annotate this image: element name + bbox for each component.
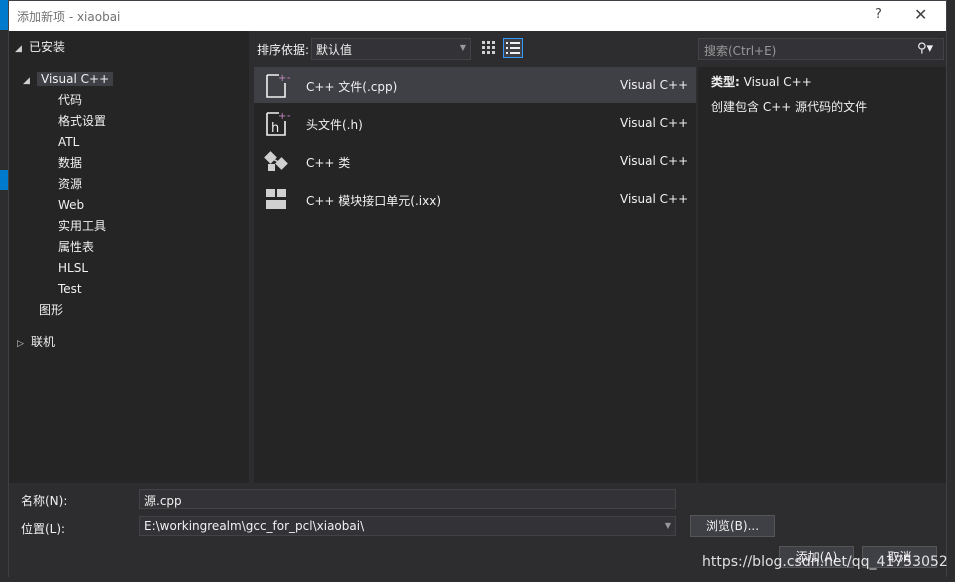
sort-label: 排序依据: (257, 43, 310, 57)
cpp-file-icon: ++ (266, 73, 290, 98)
template-name: C++ 文件(.cpp) (306, 80, 398, 94)
background-editor-strip (0, 0, 8, 582)
sort-value: 默认值 (316, 43, 353, 57)
list-view-button[interactable] (503, 38, 523, 58)
search-icon[interactable]: ⚲▾ (917, 41, 933, 56)
template-language: Visual C++ (620, 116, 689, 130)
location-label: 位置(L): (21, 522, 66, 536)
tree-node-label-selected: Visual C++ (37, 72, 114, 86)
tree-item-atl[interactable]: ATL (58, 132, 79, 153)
chevron-down-icon[interactable]: ▼ (665, 521, 671, 530)
details-description: 创建包含 C++ 源代码的文件 (711, 100, 868, 114)
background-accent (0, 0, 8, 30)
add-new-item-dialog: 添加新项 - xiaobai ? ✕ ◢ 已安装 ◢ Visual C++ 代码 格… (8, 0, 947, 578)
tree-item-data[interactable]: 数据 (58, 153, 82, 174)
browse-button[interactable]: 浏览(B)... (690, 515, 775, 537)
template-name: C++ 模块接口单元(.ixx) (306, 194, 442, 208)
watermark: https://blog.csdn.net/qq_41753052 (702, 554, 948, 570)
header-file-icon: h ++ (266, 111, 290, 136)
title-bar: 添加新项 - xiaobai ? ✕ (9, 1, 946, 31)
grid-view-icon[interactable] (481, 40, 497, 56)
search-box[interactable]: 搜索(Ctrl+E) ⚲▾ (698, 38, 944, 60)
location-combobox[interactable]: E:\workingrealm\gcc_for_pcl\xiaobai\ ▼ (139, 516, 676, 536)
svg-text:h: h (271, 121, 279, 136)
svg-text:++: ++ (278, 111, 290, 122)
module-unit-icon (266, 189, 286, 209)
details-type-value: Visual C++ (743, 75, 812, 89)
tree-item-hlsl[interactable]: HLSL (58, 258, 88, 279)
details-type-label: 类型: (711, 75, 740, 89)
template-item-header-file[interactable]: h ++ 头文件(.h) Visual C++ (254, 105, 696, 141)
template-language: Visual C++ (620, 192, 689, 206)
tree-item-property-sheets[interactable]: 属性表 (58, 237, 94, 258)
expanded-arrow-icon[interactable]: ◢ (23, 71, 37, 92)
tree-item-formatting[interactable]: 格式设置 (58, 111, 106, 132)
template-item-module-unit[interactable]: C++ 模块接口单元(.ixx) Visual C++ (254, 181, 696, 217)
details-type: 类型: Visual C++ (711, 73, 812, 90)
background-accent-marker (0, 170, 8, 190)
name-input[interactable]: 源.cpp (139, 489, 676, 509)
tree-item-code[interactable]: 代码 (58, 90, 82, 111)
template-list: ++ C++ 文件(.cpp) Visual C++ h ++ 头文件(.h) … (254, 67, 696, 483)
template-name: 头文件(.h) (306, 118, 363, 132)
template-name: C++ 类 (306, 156, 351, 170)
chevron-down-icon: ▼ (459, 43, 466, 52)
cpp-class-icon (264, 151, 288, 171)
template-language: Visual C++ (620, 78, 689, 92)
tree-node-installed[interactable]: ◢ 已安装 (15, 37, 65, 58)
tree-item-resource[interactable]: 资源 (58, 174, 82, 195)
close-button[interactable]: ✕ (914, 5, 927, 24)
category-tree: ◢ 已安装 ◢ Visual C++ 代码 格式设置 ATL 数据 资源 Web 实… (9, 31, 249, 483)
expanded-arrow-icon[interactable]: ◢ (15, 39, 29, 60)
tree-item-test[interactable]: Test (58, 279, 82, 300)
list-view-icon (506, 42, 520, 54)
details-panel: 类型: Visual C++ 创建包含 C++ 源代码的文件 (698, 67, 946, 483)
sort-dropdown[interactable]: 默认值 ▼ (311, 38, 471, 60)
window-title: 添加新项 - xiaobai (17, 10, 121, 24)
svg-text:++: ++ (278, 73, 290, 84)
tree-node-visual-cpp[interactable]: ◢ Visual C++ (23, 69, 114, 92)
template-item-cpp-class[interactable]: C++ 类 Visual C++ (254, 143, 696, 179)
template-toolbar: 排序依据: 默认值 ▼ 搜索(Ctrl+E) ⚲▾ (249, 31, 946, 67)
search-placeholder: 搜索(Ctrl+E) (704, 44, 777, 58)
template-language: Visual C++ (620, 154, 689, 168)
name-label: 名称(N): (21, 494, 68, 508)
collapsed-arrow-icon[interactable]: ▷ (17, 334, 31, 355)
tree-item-graphics[interactable]: 图形 (39, 300, 63, 321)
location-value: E:\workingrealm\gcc_for_pcl\xiaobai\ (144, 519, 365, 533)
tree-item-web[interactable]: Web (58, 195, 84, 216)
tree-item-utility[interactable]: 实用工具 (58, 216, 106, 237)
name-value: 源.cpp (144, 494, 182, 508)
help-button[interactable]: ? (875, 7, 882, 22)
tree-node-online[interactable]: ▷ 联机 (17, 332, 55, 353)
template-item-cpp-file[interactable]: ++ C++ 文件(.cpp) Visual C++ (254, 67, 696, 103)
